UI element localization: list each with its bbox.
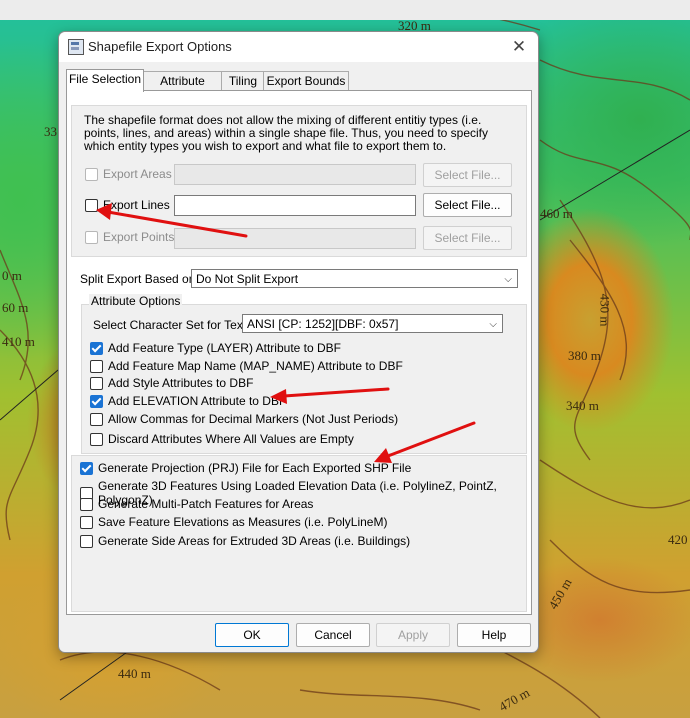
export-points-label: Export Points [103,230,175,244]
export-lines-checkbox[interactable]: Export Lines [85,198,170,212]
apply-button[interactable]: Apply [376,623,450,647]
contour-label: 60 m [2,300,29,315]
attr-option-label: Allow Commas for Decimal Markers (Not Ju… [108,412,399,426]
attr-option-commas[interactable]: Allow Commas for Decimal Markers (Not Ju… [90,412,398,426]
attr-option-elevation[interactable]: Add ELEVATION Attribute to DBF [90,394,286,408]
export-areas-select-file-button[interactable]: Select File... [423,163,512,187]
gen-option-multipatch[interactable]: Generate Multi-Patch Features for Areas [80,497,313,511]
charset-select[interactable]: ANSI [CP: 1252][DBF: 0x57] ⌵ [242,314,503,333]
split-export-select[interactable]: Do Not Split Export ⌵ [191,269,518,288]
description-text: The shapefile format does not allow the … [84,113,489,153]
ok-button[interactable]: OK [215,623,289,647]
export-areas-label: Export Areas [103,167,172,181]
export-lines-select-file-button[interactable]: Select File... [423,193,512,217]
dialog-title: Shapefile Export Options [88,39,232,54]
checkbox-box [80,497,93,511]
checkbox-box [90,376,103,390]
tab-file-selection[interactable]: File Selection [66,69,144,92]
checkbox-box [90,341,103,355]
gen-option-side-areas[interactable]: Generate Side Areas for Extruded 3D Area… [80,534,410,548]
checkbox-box [80,461,93,475]
attr-option-discard-empty[interactable]: Discard Attributes Where All Values are … [90,432,354,446]
attr-option-label: Add Feature Map Name (MAP_NAME) Attribut… [108,359,403,373]
split-export-label: Split Export Based on: [80,272,199,286]
tab-export-bounds[interactable]: Export Bounds [263,71,349,91]
app-icon [68,39,84,55]
export-points-file-field [174,228,416,249]
attribute-options-label: Attribute Options [89,294,183,308]
close-icon[interactable]: ✕ [507,35,531,59]
contour-label: 420 [668,532,688,547]
charset-value: ANSI [CP: 1252][DBF: 0x57] [247,317,399,331]
top-strip [0,0,690,20]
charset-label: Select Character Set for Text: [93,318,250,332]
export-points-checkbox[interactable]: Export Points [85,230,174,244]
chevron-down-icon: ⌵ [504,274,512,285]
checkbox-box [80,534,93,548]
tab-attribute-setup[interactable]: Attribute Setup [142,71,223,107]
checkbox-box [85,167,98,181]
export-lines-file-field[interactable] [174,195,416,216]
chevron-down-icon: ⌵ [489,319,497,330]
export-points-select-file-button[interactable]: Select File... [423,226,512,250]
export-areas-checkbox[interactable]: Export Areas [85,167,172,181]
contour-label: 0 m [2,268,22,283]
gen-option-measures[interactable]: Save Feature Elevations as Measures (i.e… [80,515,387,529]
export-areas-file-field [174,164,416,185]
checkbox-box [85,198,98,212]
checkbox-box [85,230,98,244]
attr-option-label: Add ELEVATION Attribute to DBF [108,394,287,408]
title-bar: Shapefile Export Options ✕ [59,32,538,62]
attr-option-layer[interactable]: Add Feature Type (LAYER) Attribute to DB… [90,341,341,355]
checkbox-box [90,412,103,426]
gen-option-label: Generate Projection (PRJ) File for Each … [98,461,412,475]
gen-option-label: Generate Multi-Patch Features for Areas [98,497,314,511]
attr-option-label: Discard Attributes Where All Values are … [108,432,354,446]
tab-tiling[interactable]: Tiling [221,71,265,91]
help-button[interactable]: Help [457,623,531,647]
attr-option-label: Add Style Attributes to DBF [108,376,254,390]
contour-label: 410 m [2,334,35,349]
gen-option-label: Generate Side Areas for Extruded 3D Area… [98,534,411,548]
attr-option-map-name[interactable]: Add Feature Map Name (MAP_NAME) Attribut… [90,359,403,373]
contour-label: 380 m [568,348,601,363]
contour-label: 460 m [540,206,573,221]
split-export-value: Do Not Split Export [196,272,299,286]
export-lines-label: Export Lines [103,198,170,212]
contour-label: 340 m [566,398,599,413]
shapefile-export-dialog: Shapefile Export Options ✕ File Selectio… [58,31,539,653]
contour-label: 33 [44,124,57,139]
contour-label: 440 m [118,666,151,681]
checkbox-box [80,515,93,529]
checkbox-box [90,359,103,373]
checkbox-box [90,432,103,446]
attr-option-style[interactable]: Add Style Attributes to DBF [90,376,253,390]
contour-label: 430 m [597,293,613,327]
checkbox-box [90,394,103,408]
gen-option-label: Save Feature Elevations as Measures (i.e… [98,515,388,529]
gen-option-prj[interactable]: Generate Projection (PRJ) File for Each … [80,461,411,475]
cancel-button[interactable]: Cancel [296,623,370,647]
attr-option-label: Add Feature Type (LAYER) Attribute to DB… [108,341,341,355]
